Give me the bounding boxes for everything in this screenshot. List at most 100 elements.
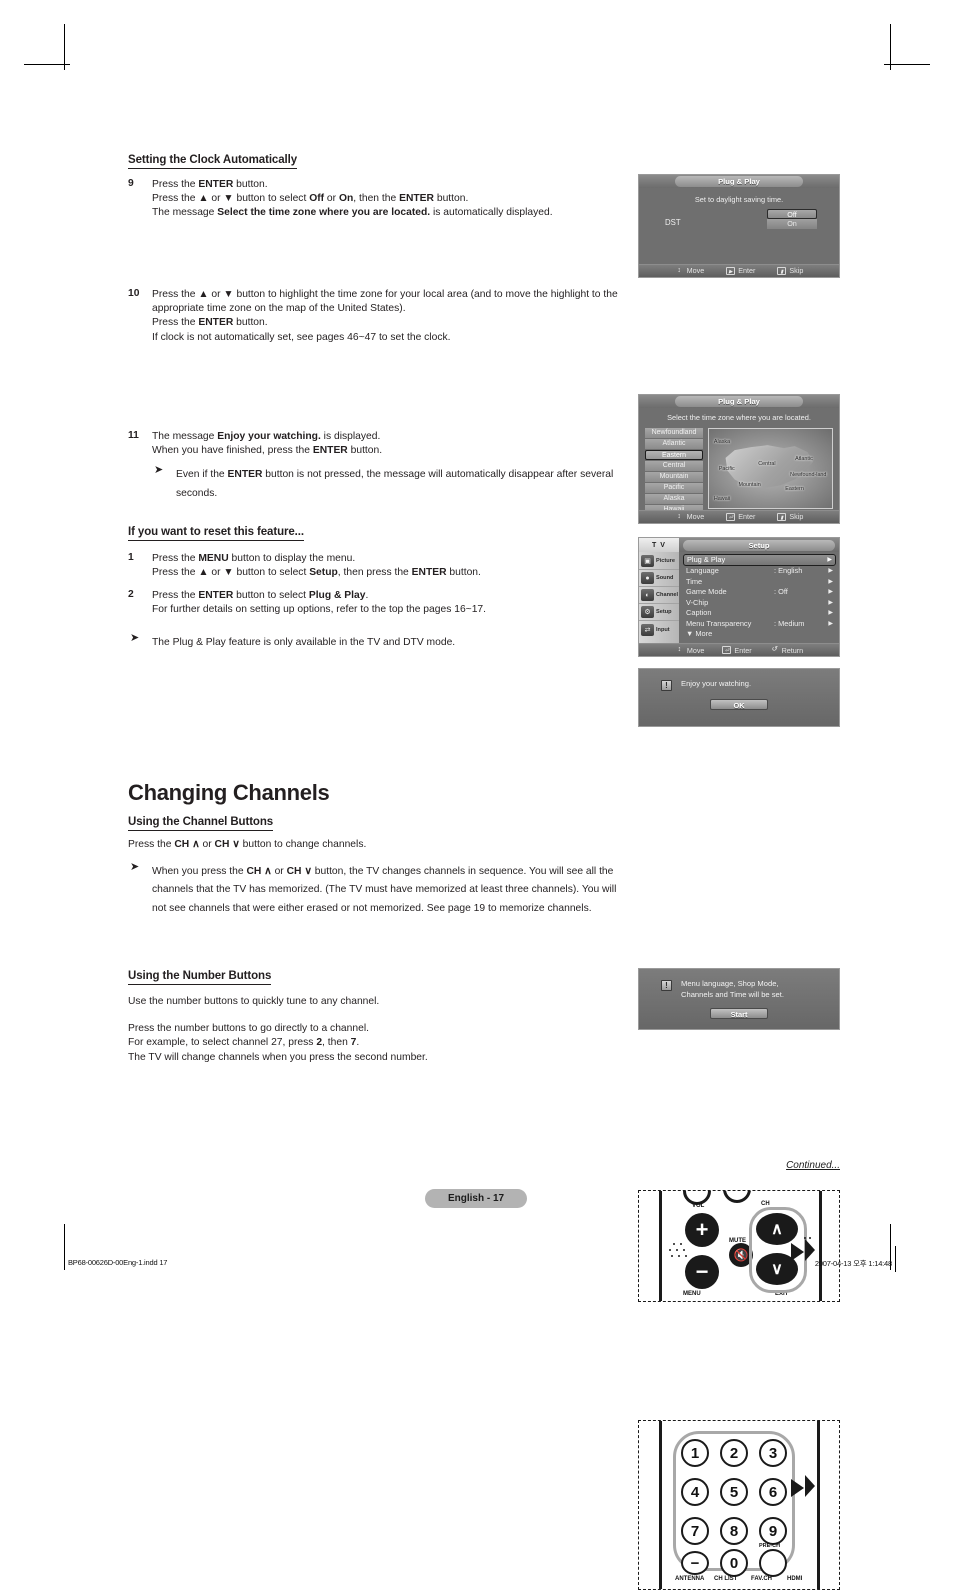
step-line: Press the ENTER button to select Plug & … (152, 590, 369, 601)
step-line: When you have finished, press the ENTER … (152, 445, 383, 457)
number-key-2[interactable]: 2 (720, 1439, 748, 1467)
map-label-newfoundland: Newfound-land (790, 472, 827, 479)
sidebar-item-input[interactable]: ⇄ Input (639, 621, 679, 638)
number-line: The TV will change channels when you pre… (128, 1051, 428, 1063)
sidebar-item-channel[interactable]: ◐ Channel (639, 587, 679, 604)
hdmi-label: HDMI (787, 1576, 803, 1582)
menu-row-value: : Medium (774, 618, 805, 628)
number-buttons-intro: Use the number buttons to quickly tune t… (128, 996, 380, 1007)
chevron-right-icon: ▶ (828, 620, 833, 627)
clock-section-heading: Setting the Clock Automatically (128, 154, 297, 169)
chevron-right-icon: ▶ (828, 589, 833, 596)
number-key-5[interactable]: 5 (720, 1478, 748, 1506)
sound-icon: ● (641, 572, 654, 584)
chevron-right-icon: ▶ (828, 568, 833, 575)
menu-row-label: Time (686, 576, 703, 586)
map-label-hawaii: Hawaii (713, 495, 731, 502)
timezone-item-newfoundland[interactable]: Newfoundland (645, 428, 703, 438)
channel-buttons-intro: Press the CH ∧ or CH ∨ button to change … (128, 839, 367, 850)
menu-row-time[interactable]: Time ▶ (683, 576, 836, 587)
step-line: Press the ▲ or ▼ button to select Setup,… (152, 567, 481, 579)
channel-buttons-heading: Using the Channel Buttons (128, 816, 273, 831)
hint-move: ↕ Move (675, 266, 704, 276)
fav-ch-label: FAV.CH (751, 1576, 773, 1582)
dst-option-on[interactable]: On (767, 219, 817, 229)
menu-row-v-chip[interactable]: V-Chip ▶ (683, 597, 836, 608)
note-arrow-icon: ➤ (130, 861, 140, 874)
timezone-item-central[interactable]: Central (645, 461, 703, 471)
menu-row-caption[interactable]: Caption ▶ (683, 608, 836, 619)
remote-edge-left (659, 1421, 662, 1589)
channel-buttons-note: ➤ When you press the CH ∧ or CH ∨ button… (130, 861, 617, 914)
dash-key[interactable]: − (681, 1551, 709, 1575)
ir-dots-right (804, 1237, 814, 1247)
map-label-pacific: Pacific (718, 465, 735, 472)
number-key-8[interactable]: 8 (720, 1517, 748, 1545)
menu-row-menu-transparency[interactable]: Menu Transparency : Medium ▶ (683, 618, 836, 629)
return-icon: ↺ (771, 646, 778, 653)
volume-down-button[interactable]: − (685, 1255, 719, 1289)
menu-row-language[interactable]: Language : English ▶ (683, 566, 836, 577)
osd-titlebar: Plug & Play (639, 175, 839, 188)
menu-row-label: Caption (686, 608, 712, 618)
menu-label: MENU (683, 1291, 701, 1297)
ok-button[interactable]: OK (710, 699, 768, 710)
number-key-4[interactable]: 4 (681, 1478, 709, 1506)
timezone-item-atlantic[interactable]: Atlantic (645, 439, 703, 449)
hint-skip: ▮ Skip (777, 512, 803, 522)
number-key-3[interactable]: 3 (759, 1439, 787, 1467)
callout-arrow-icon (791, 1479, 804, 1497)
osd-timezone-screen: Plug & Play Select the time zone where y… (638, 394, 840, 524)
pre-ch-button[interactable] (759, 1549, 787, 1577)
page-number-badge: English - 17 (425, 1189, 527, 1208)
dst-options: Off On (767, 209, 817, 229)
start-button[interactable]: Start (710, 1008, 768, 1019)
number-key-1[interactable]: 1 (681, 1439, 709, 1467)
chevron-right-icon: ▶ (828, 578, 833, 585)
sidebar-item-setup[interactable]: ⚙ Setup (639, 604, 679, 621)
osd-enjoy-dialog: ! Enjoy your watching. OK (638, 668, 840, 727)
channel-up-button[interactable]: ∧ (756, 1213, 798, 1245)
osd-titlebar: Plug & Play (639, 395, 839, 408)
sidebar-item-picture[interactable]: ▣ Picture (639, 553, 679, 570)
number-key-9[interactable]: 9 (759, 1517, 787, 1545)
sidebar-label: Setup (656, 609, 672, 615)
setup-icon: ⚙ (641, 606, 654, 618)
continued-label: Continued... (786, 1160, 840, 1171)
number-key-6[interactable]: 6 (759, 1478, 787, 1506)
menu-hintbar: ↕ Move ⏎ Enter ↺ Return (639, 643, 839, 656)
info-icon: ! (661, 980, 672, 991)
menu-row-label: Game Mode (686, 587, 727, 597)
menu-row-plug-and-play[interactable]: Plug & Play ▶ (683, 554, 836, 566)
callout-arrow-outer-icon (805, 1475, 815, 1497)
sidebar-label: Channel (656, 592, 679, 598)
footer-filename: BP68-00626D-00Eng-1.indd 17 (68, 1258, 168, 1267)
menu-row-label: ▼ More (686, 629, 713, 639)
timezone-item-alaska[interactable]: Alaska (645, 494, 703, 504)
step-line: Press the ▲ or ▼ button to highlight the… (152, 289, 618, 315)
number-key-7[interactable]: 7 (681, 1517, 709, 1545)
crop-mark-bl-v (64, 1224, 65, 1270)
pre-ch-label: PRE-CH (759, 1543, 781, 1549)
number-key-0[interactable]: 0 (720, 1549, 748, 1577)
menu-row-game-mode[interactable]: Game Mode : Off ▶ (683, 587, 836, 598)
crop-mark-tl-h (24, 64, 70, 65)
reset-step-2: 2 Press the ENTER button to select Plug … (128, 589, 628, 617)
remote-edge-right (817, 1421, 820, 1589)
step-number: 9 (128, 178, 134, 189)
number-buttons-heading: Using the Number Buttons (128, 970, 271, 985)
dialog-message-line2: Channels and Time will be set. (681, 989, 784, 999)
menu-row-more[interactable]: ▼ More (683, 629, 836, 640)
volume-up-button[interactable]: + (685, 1213, 719, 1247)
timezone-item-eastern[interactable]: Eastern (645, 450, 703, 460)
step-9: 9 Press the ENTER button. Press the ▲ or… (128, 178, 628, 221)
footer-timestamp: 2007-04-13 오후 1:14:48 (814, 1259, 892, 1268)
dialog-row: ! Menu language, Shop Mode, Channels and… (639, 979, 839, 1000)
hint-move: ↕ Move (675, 646, 705, 655)
timezone-item-pacific[interactable]: Pacific (645, 483, 703, 493)
timezone-item-mountain[interactable]: Mountain (645, 472, 703, 482)
osd-start-dialog: ! Menu language, Shop Mode, Channels and… (638, 968, 840, 1030)
updown-icon: ↕ (677, 513, 681, 520)
dst-option-off[interactable]: Off (767, 209, 817, 219)
sidebar-item-sound[interactable]: ● Sound (639, 570, 679, 587)
